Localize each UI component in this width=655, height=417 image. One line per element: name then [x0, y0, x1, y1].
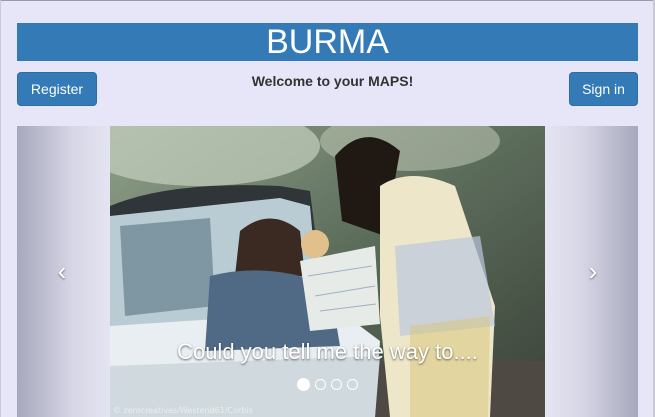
- image-carousel: Could you tell me the way to.... © zeroc…: [17, 126, 638, 417]
- page-title: BURMA: [17, 23, 638, 61]
- welcome-message: Welcome to your MAPS!: [251, 73, 414, 89]
- register-button[interactable]: Register: [17, 72, 97, 106]
- carousel-indicators: [297, 378, 358, 391]
- carousel-indicator[interactable]: [347, 379, 358, 390]
- carousel-prev-button[interactable]: ‹: [47, 256, 77, 286]
- carousel-indicator[interactable]: [315, 379, 326, 390]
- slide-photo: [110, 126, 545, 417]
- chevron-left-icon: ‹: [57, 256, 67, 286]
- carousel-indicator[interactable]: [331, 379, 342, 390]
- carousel-caption: Could you tell me the way to....: [177, 339, 478, 364]
- chevron-right-icon: ›: [588, 256, 598, 286]
- window-top-border: [0, 0, 655, 1]
- window-left-border: [0, 0, 1, 417]
- carousel-next-button[interactable]: ›: [578, 256, 608, 286]
- photo-credit: © zerocreatives/Westend61/Corbis: [113, 406, 253, 415]
- carousel-indicator[interactable]: [297, 378, 310, 391]
- sign-in-button[interactable]: Sign in: [569, 72, 638, 106]
- carousel-slide: Could you tell me the way to.... © zeroc…: [110, 126, 545, 417]
